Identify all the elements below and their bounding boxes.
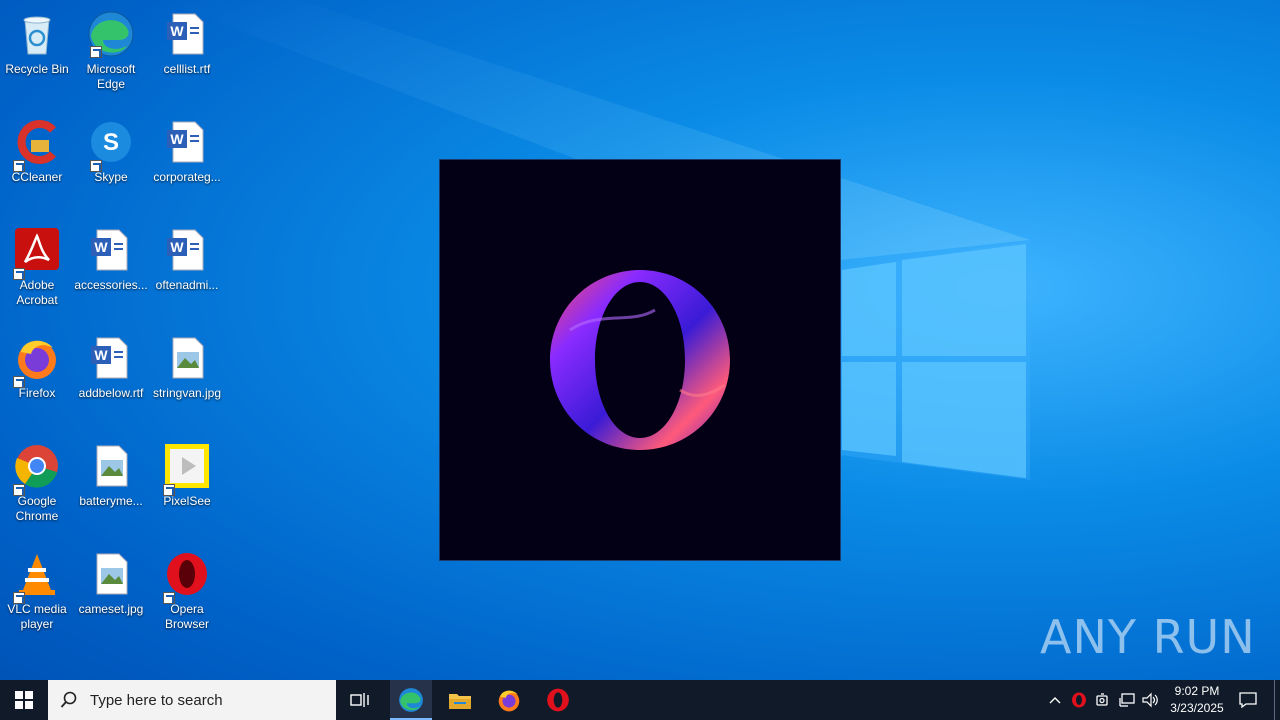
desktop-icon-batteryme[interactable]: batteryme...: [74, 436, 148, 536]
tray-opera-button[interactable]: [1068, 680, 1090, 720]
word-document-icon: W: [91, 337, 128, 379]
desktop-icon-label: Opera Browser: [164, 602, 209, 631]
svg-text:W: W: [94, 239, 108, 255]
acrobat-icon: [15, 228, 59, 270]
desktop-icon-adobe-acrobat[interactable]: Adobe Acrobat: [0, 220, 74, 320]
task-view-button[interactable]: [340, 680, 380, 720]
vlc-icon: [19, 554, 55, 595]
desktop-icon-label: stringvan.jpg: [152, 386, 222, 400]
opera-splash-window[interactable]: [440, 160, 840, 560]
skype-icon: S: [91, 122, 131, 162]
desktop-icon-microsoft-edge[interactable]: Microsoft Edge: [74, 4, 148, 104]
desktop-icon-firefox[interactable]: Firefox: [0, 328, 74, 428]
desktop-icon-label: PixelSee: [163, 494, 211, 508]
desktop-icon-addbelow-rtf[interactable]: W addbelow.rtf: [74, 328, 148, 428]
desktop-icon-recycle-bin[interactable]: Recycle Bin: [0, 4, 74, 104]
desktop-icon-label: Skype: [94, 170, 128, 184]
desktop-icon-skype[interactable]: S Skype: [74, 112, 148, 212]
tray-network-button[interactable]: [1116, 680, 1138, 720]
taskbar-edge-button[interactable]: [390, 680, 432, 720]
desktop-icon-label: batteryme...: [79, 494, 143, 508]
desktop-icon-vlc[interactable]: VLC media player: [0, 544, 74, 644]
svg-text:S: S: [103, 129, 119, 156]
chevron-up-icon: [1049, 697, 1061, 704]
opera-icon: [167, 553, 207, 595]
svg-text:W: W: [170, 23, 184, 39]
shortcut-arrow-icon: [90, 46, 102, 58]
desktop-icon-label: oftenadmi...: [155, 278, 219, 292]
desktop-icon-stringvan-jpg[interactable]: stringvan.jpg: [150, 328, 224, 428]
desktop-icon-oftenadmi[interactable]: W oftenadmi...: [150, 220, 224, 320]
desktop-icon-label: celllist.rtf: [163, 62, 211, 76]
firefox-icon: [18, 340, 56, 379]
search-icon: [60, 691, 77, 708]
camera-tray-icon: [1096, 693, 1108, 706]
desktop-icon-corporateg[interactable]: W corporateg...: [150, 112, 224, 212]
desktop-icon-label: VLC media player: [7, 602, 67, 631]
desktop-icon-label: Recycle Bin: [5, 62, 69, 76]
desktop-icon-celllist-rtf[interactable]: W celllist.rtf: [150, 4, 224, 104]
taskbar: Type here to search 9:02 PM 3/23/2025: [0, 680, 1280, 720]
opera-tray-icon: [1072, 692, 1086, 708]
notification-icon: [1239, 692, 1257, 708]
opera-logo-icon: [550, 270, 730, 450]
folder-icon: [449, 694, 471, 709]
search-placeholder: Type here to search: [90, 691, 223, 709]
desktop-icon-label: Adobe Acrobat: [16, 278, 58, 307]
desktop-icon-label: addbelow.rtf: [78, 386, 144, 400]
desktop-icon-label: cameset.jpg: [78, 602, 144, 616]
tray-meet-button[interactable]: [1092, 680, 1114, 720]
desktop-icon-pixelsee[interactable]: PixelSee: [150, 436, 224, 536]
taskbar-firefox-button[interactable]: [489, 680, 529, 720]
word-document-icon: W: [91, 229, 128, 271]
desktop-icon-label: accessories...: [74, 278, 148, 292]
desktop-icon-label: Firefox: [18, 386, 56, 400]
task-view-icon: [350, 693, 369, 707]
desktop-icon-label: CCleaner: [11, 170, 63, 184]
taskbar-file-explorer-button[interactable]: [440, 680, 480, 720]
desktop-icon-label: Microsoft Edge: [86, 62, 136, 91]
taskbar-search-box[interactable]: Type here to search: [48, 680, 336, 720]
volume-icon: [1142, 692, 1158, 708]
image-file-icon: [96, 553, 128, 595]
windows-start-icon: [15, 691, 33, 709]
edge-icon: [399, 688, 423, 712]
svg-text:W: W: [170, 131, 184, 147]
start-button[interactable]: [0, 680, 48, 720]
svg-text:W: W: [170, 239, 184, 255]
taskbar-clock[interactable]: 9:02 PM 3/23/2025: [1162, 683, 1232, 717]
image-file-icon: [96, 445, 128, 487]
clock-time: 9:02 PM: [1174, 684, 1220, 698]
firefox-icon: [498, 690, 520, 712]
tray-volume-button[interactable]: [1140, 680, 1162, 720]
windows-logo: [842, 244, 1026, 478]
taskbar-opera-button[interactable]: [538, 680, 578, 720]
recycle-bin-icon: [23, 16, 51, 55]
desktop-icon-google-chrome[interactable]: Google Chrome: [0, 436, 74, 536]
image-file-icon: [172, 337, 204, 379]
chrome-icon: [15, 445, 58, 488]
pixelsee-icon: [165, 444, 209, 488]
word-document-icon: W: [167, 229, 204, 271]
word-document-icon: W: [167, 13, 204, 55]
action-center-button[interactable]: [1234, 680, 1262, 720]
ccleaner-icon: [17, 120, 56, 164]
show-desktop-button[interactable]: [1274, 680, 1280, 720]
desktop-icon-cameset-jpg[interactable]: cameset.jpg: [74, 544, 148, 644]
desktop-icon-accessories[interactable]: W accessories...: [74, 220, 148, 320]
desktop-icon-label: corporateg...: [153, 170, 221, 184]
tray-show-hidden-button[interactable]: [1044, 680, 1066, 720]
desktop-icon-opera-browser[interactable]: Opera Browser: [150, 544, 224, 644]
anyrun-watermark: ANY RUN: [1040, 610, 1256, 664]
word-document-icon: W: [167, 121, 204, 163]
clock-date: 3/23/2025: [1170, 701, 1224, 715]
network-icon: [1119, 693, 1135, 707]
desktop-icon-ccleaner[interactable]: CCleaner: [0, 112, 74, 212]
desktop-icon-label: Google Chrome: [15, 494, 59, 523]
svg-text:W: W: [94, 347, 108, 363]
opera-icon: [547, 688, 569, 712]
